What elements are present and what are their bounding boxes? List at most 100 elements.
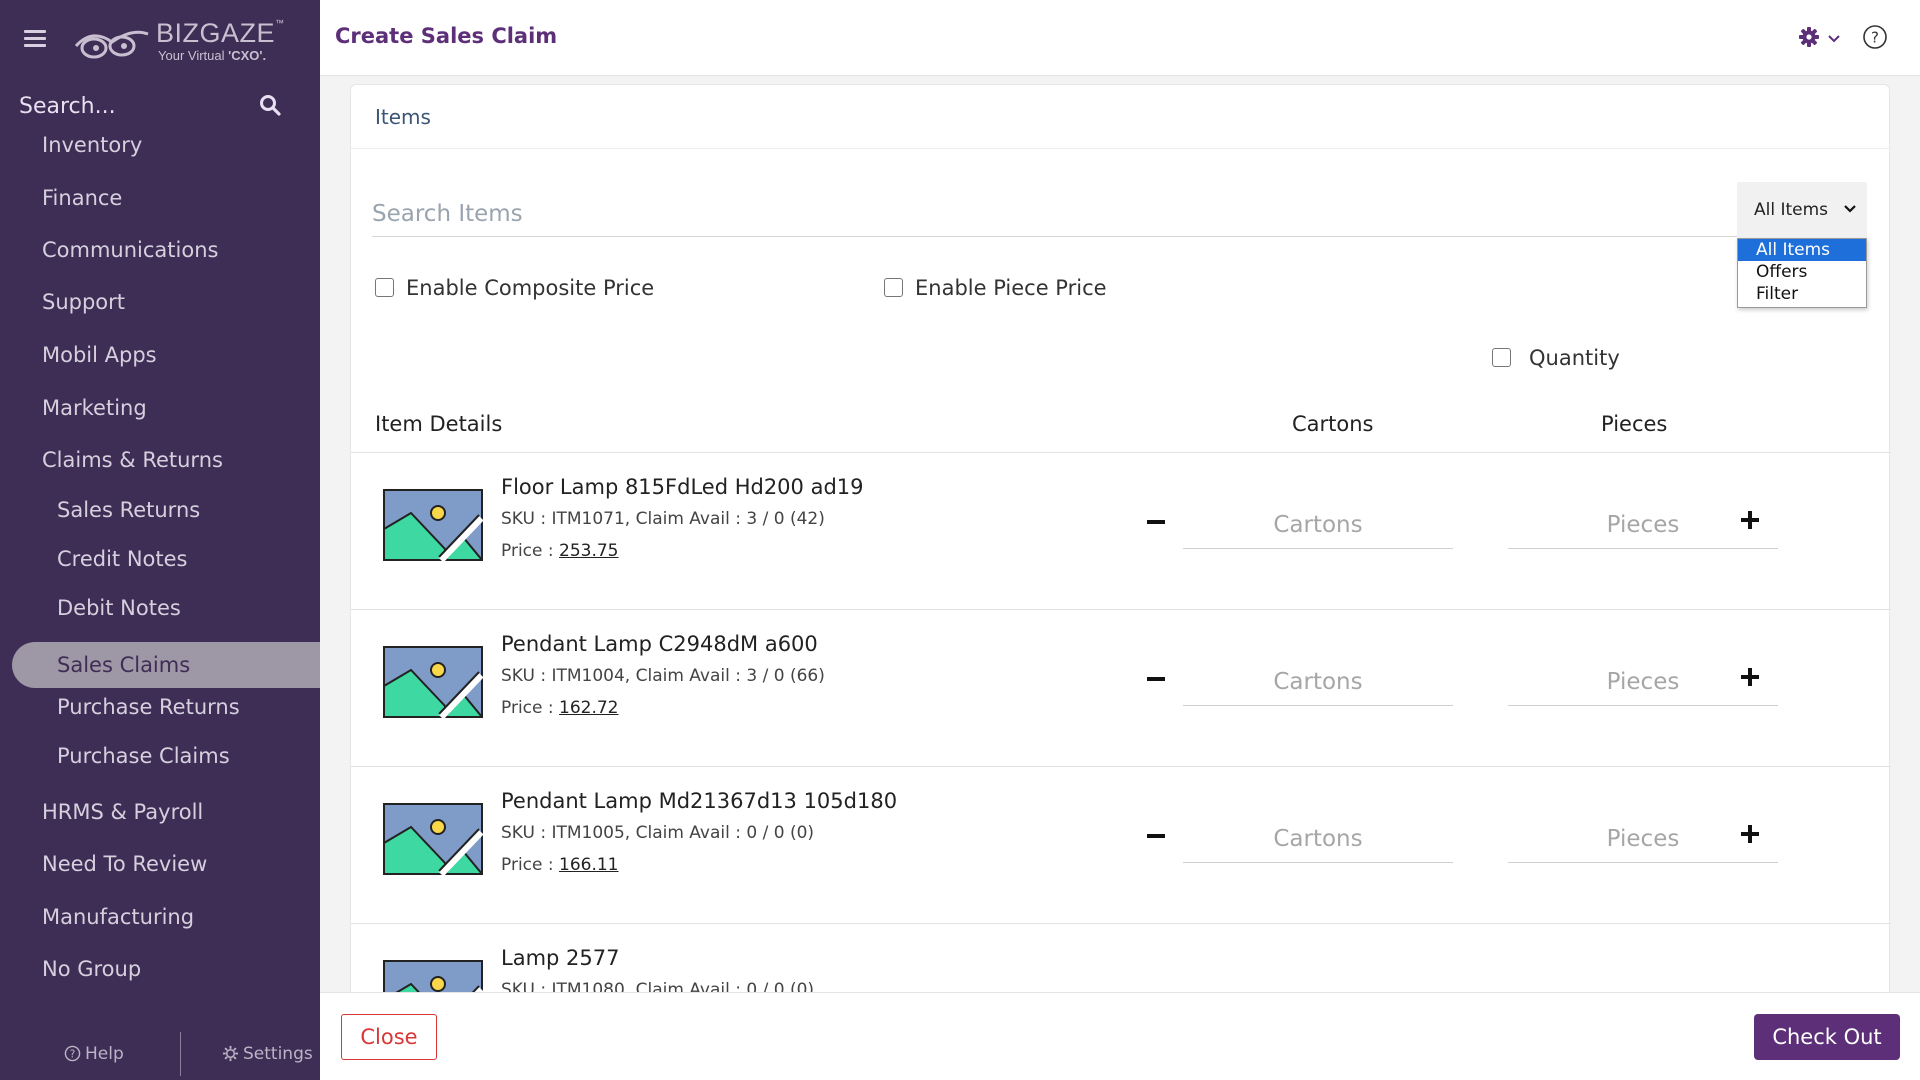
item-sku: SKU : ITM1071, Claim Avail : 3 / 0 (42): [501, 509, 825, 529]
sidebar-item-no-group[interactable]: No Group: [0, 946, 320, 992]
sidebar-item-claims-returns[interactable]: Claims & Returns: [0, 437, 320, 483]
brand-name: BIZGAZE™: [156, 18, 285, 48]
item-price-link[interactable]: 166.11: [559, 855, 618, 875]
close-button[interactable]: Close: [341, 1014, 437, 1060]
gear-icon: [1799, 27, 1819, 47]
image-placeholder-icon: [383, 646, 483, 718]
item-price: Price : 166.11: [501, 855, 619, 875]
sidebar-item-purchase-claims[interactable]: Purchase Claims: [0, 733, 320, 779]
checkbox-box[interactable]: [1492, 348, 1511, 367]
sidebar-item-purchase-returns[interactable]: Purchase Returns: [0, 684, 320, 730]
search-items-input[interactable]: [372, 193, 1757, 235]
gear-icon: [222, 1045, 239, 1062]
item-sku: SKU : ITM1004, Claim Avail : 3 / 0 (66): [501, 666, 825, 686]
brand-logo[interactable]: BIZGAZE™ Your Virtual 'CXO'.: [72, 18, 292, 68]
sidebar-item-sales-returns[interactable]: Sales Returns: [0, 487, 320, 533]
items-card: Items All Items All Items Offers Filter …: [350, 84, 1891, 992]
cartons-input[interactable]: [1183, 658, 1453, 706]
settings-dropdown[interactable]: [1798, 26, 1844, 50]
search-items-field: [372, 193, 1757, 237]
enable-composite-price-checkbox[interactable]: Enable Composite Price: [375, 276, 654, 300]
help-link[interactable]: ? Help: [64, 1044, 124, 1064]
sidebar-search: [19, 88, 281, 124]
chevron-down-icon: [1828, 35, 1840, 43]
image-placeholder-icon: [383, 803, 483, 875]
column-header-pieces: Pieces: [1601, 412, 1668, 436]
filter-option-filter[interactable]: Filter: [1738, 283, 1866, 305]
settings-label: Settings: [243, 1044, 313, 1064]
column-header-item-details: Item Details: [375, 412, 503, 436]
sidebar-item-inventory[interactable]: Inventory: [0, 122, 320, 168]
item-price-link[interactable]: 162.72: [559, 698, 618, 718]
cartons-input[interactable]: [1183, 815, 1453, 863]
quantity-checkbox[interactable]: Quantity: [1492, 346, 1620, 370]
column-header-cartons: Cartons: [1292, 412, 1374, 436]
increment-button[interactable]: [1735, 819, 1765, 849]
sidebar-item-finance[interactable]: Finance: [0, 175, 320, 221]
filter-option-offers[interactable]: Offers: [1738, 261, 1866, 283]
items-filter-select[interactable]: All Items: [1737, 182, 1867, 238]
help-circle-icon[interactable]: ?: [1862, 24, 1888, 50]
item-name[interactable]: Pendant Lamp C2948dM a600: [501, 632, 818, 656]
footer-divider: [180, 1032, 181, 1076]
sidebar-search-input[interactable]: [19, 88, 259, 124]
checkbox-label: Enable Composite Price: [406, 276, 655, 300]
checkbox-label: Enable Piece Price: [915, 276, 1107, 300]
cartons-input[interactable]: [1183, 501, 1453, 549]
settings-link[interactable]: Settings: [222, 1044, 313, 1064]
enable-piece-price-checkbox[interactable]: Enable Piece Price: [884, 276, 1107, 300]
item-price: Price : 253.75: [501, 541, 619, 561]
image-placeholder-icon: [383, 489, 483, 561]
brand-tagline: Your Virtual 'CXO'.: [158, 48, 267, 63]
decrement-button[interactable]: [1141, 821, 1171, 851]
checkbox-box[interactable]: [375, 278, 394, 297]
sidebar-item-hrms-payroll[interactable]: HRMS & Payroll: [0, 789, 320, 835]
owl-eyes-icon: [74, 30, 149, 59]
help-circle-icon: ?: [64, 1045, 81, 1062]
item-row: Floor Lamp 815FdLed Hd200 ad19 SKU : ITM…: [351, 453, 1891, 610]
item-price-link[interactable]: 253.75: [559, 541, 618, 561]
item-row: Pendant Lamp Md21367d13 105d180 SKU : IT…: [351, 767, 1891, 924]
items-card-title: Items: [375, 105, 431, 129]
item-name[interactable]: Floor Lamp 815FdLed Hd200 ad19: [501, 475, 864, 499]
item-name[interactable]: Pendant Lamp Md21367d13 105d180: [501, 789, 897, 813]
items-filter-dropdown: All Items Offers Filter: [1737, 238, 1867, 308]
item-row: Lamp 2577 SKU : ITM1080, Claim Avail : 0…: [351, 924, 1891, 992]
sidebar-item-manufacturing[interactable]: Manufacturing: [0, 894, 320, 940]
sidebar-footer: ? Help Settings: [0, 1030, 320, 1080]
sidebar-item-communications[interactable]: Communications: [0, 227, 320, 273]
hamburger-menu-icon[interactable]: [24, 30, 46, 48]
sidebar-item-mobil-apps[interactable]: Mobil Apps: [0, 332, 320, 378]
item-row: Pendant Lamp C2948dM a600 SKU : ITM1004,…: [351, 610, 1891, 767]
page-header: Create Sales Claim ?: [320, 0, 1920, 76]
item-sku: SKU : ITM1005, Claim Avail : 0 / 0 (0): [501, 823, 815, 843]
sidebar-item-support[interactable]: Support: [0, 279, 320, 325]
page-title: Create Sales Claim: [335, 24, 558, 48]
chevron-down-icon: [1844, 205, 1856, 213]
image-placeholder-icon: [383, 960, 483, 992]
increment-button[interactable]: [1735, 662, 1765, 692]
svg-text:?: ?: [70, 1048, 76, 1060]
decrement-button[interactable]: [1141, 507, 1171, 537]
search-icon[interactable]: [259, 94, 281, 116]
check-out-button[interactable]: Check Out: [1754, 1014, 1900, 1060]
item-price: Price : 162.72: [501, 698, 619, 718]
sidebar-item-sales-claims[interactable]: Sales Claims: [12, 642, 320, 688]
sidebar-item-credit-notes[interactable]: Credit Notes: [0, 536, 320, 582]
sidebar-item-marketing[interactable]: Marketing: [0, 385, 320, 431]
filter-selected-value: All Items: [1754, 200, 1829, 220]
decrement-button[interactable]: [1141, 664, 1171, 694]
increment-button[interactable]: [1735, 505, 1765, 535]
main-content: Items All Items All Items Offers Filter …: [320, 76, 1920, 992]
sidebar: BIZGAZE™ Your Virtual 'CXO'. Inventory F…: [0, 0, 320, 1080]
card-divider: [351, 148, 1891, 149]
filter-option-all-items[interactable]: All Items: [1738, 239, 1866, 261]
checkbox-box[interactable]: [884, 278, 903, 297]
checkbox-label: Quantity: [1529, 346, 1620, 370]
page-footer: Close Check Out: [320, 992, 1920, 1080]
sidebar-item-need-to-review[interactable]: Need To Review: [0, 841, 320, 887]
sidebar-item-debit-notes[interactable]: Debit Notes: [0, 585, 320, 631]
svg-text:?: ?: [1871, 29, 1879, 47]
item-name[interactable]: Lamp 2577: [501, 946, 619, 970]
item-sku: SKU : ITM1080, Claim Avail : 0 / 0 (0): [501, 980, 815, 992]
